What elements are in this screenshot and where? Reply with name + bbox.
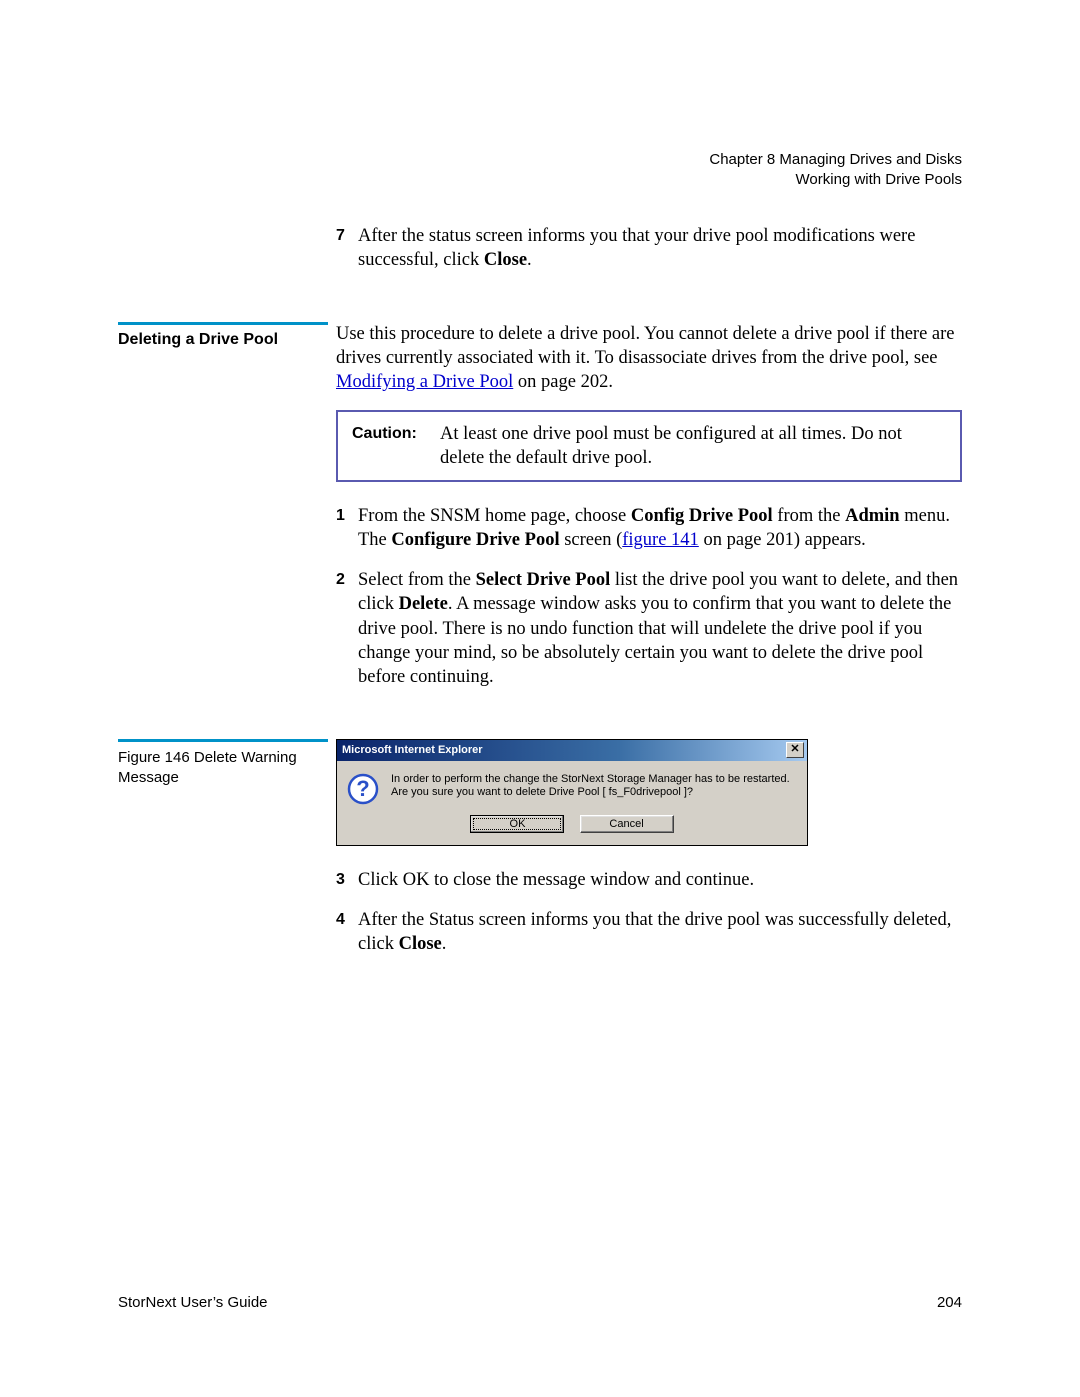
modifying-drive-pool-link[interactable]: Modifying a Drive Pool bbox=[336, 372, 513, 392]
step-3: 3 Click OK to close the message window a… bbox=[336, 868, 962, 892]
footer: StorNext User’s Guide 204 bbox=[118, 1294, 962, 1311]
step-body: After the status screen informs you that… bbox=[358, 224, 962, 272]
caution-label: Caution: bbox=[352, 422, 440, 470]
dialog-body: ? In order to perform the change the Sto… bbox=[337, 761, 807, 809]
figure-caption: Figure 146 Delete Warning Message bbox=[118, 748, 328, 789]
dialog-titlebar: Microsoft Internet Explorer ✕ bbox=[337, 740, 807, 761]
step-body: After the Status screen informs you that… bbox=[358, 908, 962, 956]
delete-warning-dialog: Microsoft Internet Explorer ✕ ? In order… bbox=[336, 739, 808, 846]
page-number: 204 bbox=[937, 1294, 962, 1311]
dialog-buttons: OK Cancel bbox=[337, 809, 807, 845]
caution-box: Caution: At least one drive pool must be… bbox=[336, 410, 962, 482]
header-chapter: Chapter 8 Managing Drives and Disks bbox=[709, 150, 962, 170]
cancel-button[interactable]: Cancel bbox=[580, 815, 674, 833]
step-body: From the SNSM home page, choose Config D… bbox=[358, 504, 962, 552]
step-2: 2 Select from the Select Drive Pool list… bbox=[336, 568, 962, 688]
footer-title: StorNext User’s Guide bbox=[118, 1294, 268, 1311]
step-number: 1 bbox=[336, 504, 358, 552]
content-area: 7 After the status screen informs you th… bbox=[118, 224, 962, 972]
question-icon: ? bbox=[347, 773, 379, 805]
intro-paragraph: Use this procedure to delete a drive poo… bbox=[336, 322, 962, 394]
close-icon[interactable]: ✕ bbox=[786, 742, 804, 758]
prev-step-row: 7 After the status screen informs you th… bbox=[118, 224, 962, 288]
caution-text: At least one drive pool must be configur… bbox=[440, 422, 946, 470]
dialog-message: In order to perform the change the StorN… bbox=[391, 773, 797, 801]
step-number: 2 bbox=[336, 568, 358, 688]
running-header: Chapter 8 Managing Drives and Disks Work… bbox=[709, 150, 962, 191]
header-section: Working with Drive Pools bbox=[709, 170, 962, 190]
page: Chapter 8 Managing Drives and Disks Work… bbox=[0, 0, 1080, 1397]
figure-141-link[interactable]: figure 141 bbox=[622, 530, 699, 550]
figure-caption-box: Figure 146 Delete Warning Message bbox=[118, 739, 328, 789]
step-number: 4 bbox=[336, 908, 358, 956]
ok-button[interactable]: OK bbox=[470, 815, 564, 833]
step-number: 3 bbox=[336, 868, 358, 892]
section-row: Deleting a Drive Pool Use this procedure… bbox=[118, 322, 962, 705]
step-body: Select from the Select Drive Pool list t… bbox=[358, 568, 962, 688]
side-heading-box: Deleting a Drive Pool bbox=[118, 322, 328, 349]
side-heading: Deleting a Drive Pool bbox=[118, 331, 328, 349]
step-1: 1 From the SNSM home page, choose Config… bbox=[336, 504, 962, 552]
step-7: 7 After the status screen informs you th… bbox=[336, 224, 962, 272]
step-4: 4 After the Status screen informs you th… bbox=[336, 908, 962, 956]
step-body: Click OK to close the message window and… bbox=[358, 868, 962, 892]
dialog-title: Microsoft Internet Explorer bbox=[342, 744, 483, 756]
svg-text:?: ? bbox=[356, 776, 369, 801]
step-number: 7 bbox=[336, 224, 358, 272]
figure-row: Figure 146 Delete Warning Message Micros… bbox=[118, 739, 962, 972]
